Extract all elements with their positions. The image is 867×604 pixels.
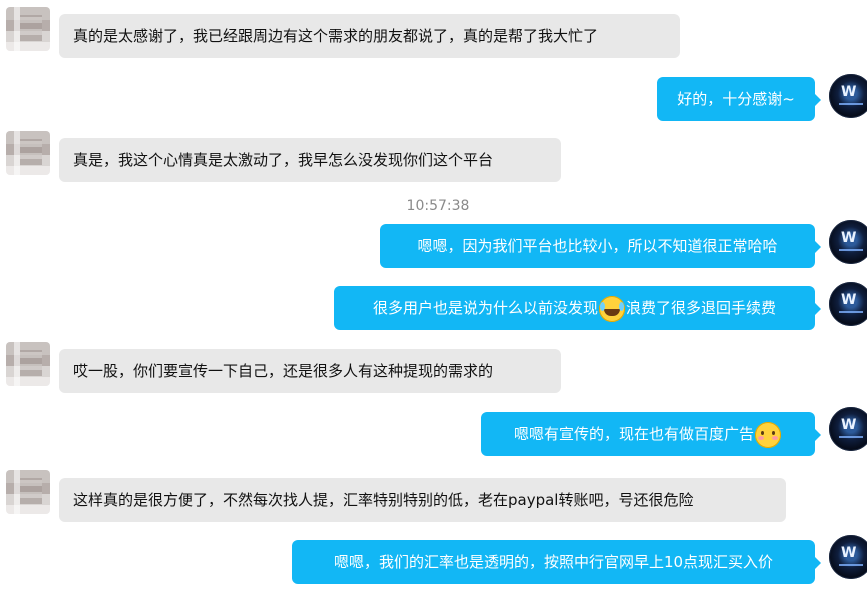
message-text: 嗯嗯，我们的汇率也是透明的，按照中行官网早上10点现汇买入价 xyxy=(333,553,774,571)
message-text: 哎一股，你们要宣传一下自己，还是很多人有这种提现的需求的 xyxy=(73,362,494,380)
contact-avatar[interactable] xyxy=(6,7,50,51)
incoming-message-bubble[interactable]: 这样真的是很方便了，不然每次找人提，汇率特别特别的低，老在paypal转账吧，号… xyxy=(59,478,786,522)
incoming-message-bubble[interactable]: 真的是太感谢了，我已经跟周边有这个需求的朋友都说了，真的是帮了我大忙了 xyxy=(59,14,680,58)
contact-avatar[interactable] xyxy=(6,342,50,386)
message-text: 真是，我这个心情真是太激动了，我早怎么没发现你们这个平台 xyxy=(73,151,494,169)
message-timestamp: 10:57:38 xyxy=(406,198,470,214)
message-text: 这样真的是很方便了，不然每次找人提，汇率特别特别的低，老在paypal转账吧，号… xyxy=(73,491,694,509)
laughing-tears-emoji-icon xyxy=(599,295,625,322)
outgoing-message-bubble[interactable]: 好的，十分感谢~ xyxy=(657,77,821,121)
blush-smile-emoji-icon xyxy=(755,421,781,448)
incoming-message-bubble[interactable]: 哎一股，你们要宣传一下自己，还是很多人有这种提现的需求的 xyxy=(59,349,561,393)
message-text: 好的，十分感谢~ xyxy=(677,90,795,108)
contact-avatar[interactable] xyxy=(6,131,50,175)
outgoing-message-bubble[interactable]: 嗯嗯有宣传的，现在也有做百度广告 xyxy=(481,412,821,456)
user-avatar[interactable] xyxy=(829,220,867,264)
user-avatar[interactable] xyxy=(829,282,867,326)
message-text: 很多用户也是说为什么以前没发现 xyxy=(372,299,598,317)
outgoing-message-bubble[interactable]: 嗯嗯，我们的汇率也是透明的，按照中行官网早上10点现汇买入价 xyxy=(292,540,821,584)
message-text: 浪费了很多退回手续费 xyxy=(626,299,777,317)
message-text: 真的是太感谢了，我已经跟周边有这个需求的朋友都说了，真的是帮了我大忙了 xyxy=(73,27,599,45)
user-avatar[interactable] xyxy=(829,74,867,118)
outgoing-message-bubble[interactable]: 嗯嗯，因为我们平台也比较小，所以不知道很正常哈哈 xyxy=(380,224,821,268)
outgoing-message-bubble[interactable]: 很多用户也是说为什么以前没发现 浪费了很多退回手续费 xyxy=(334,286,821,330)
user-avatar[interactable] xyxy=(829,407,867,451)
incoming-message-bubble[interactable]: 真是，我这个心情真是太激动了，我早怎么没发现你们这个平台 xyxy=(59,138,561,182)
contact-avatar[interactable] xyxy=(6,470,50,514)
message-text: 嗯嗯有宣传的，现在也有做百度广告 xyxy=(513,425,754,443)
message-text: 嗯嗯，因为我们平台也比较小，所以不知道很正常哈哈 xyxy=(417,237,778,255)
user-avatar[interactable] xyxy=(829,535,867,579)
